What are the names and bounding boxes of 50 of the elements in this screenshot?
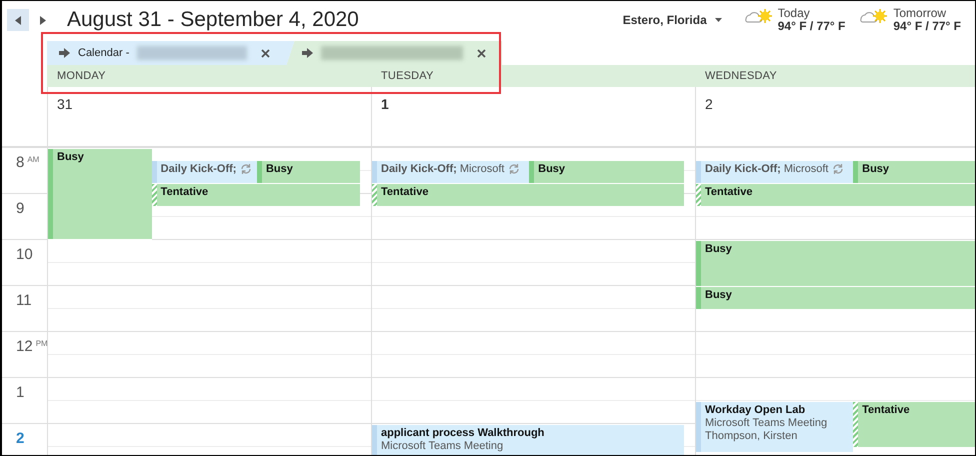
date-number: 2 [705, 96, 713, 112]
meeting-event[interactable]: Daily Kick-Off; Microsoft [696, 160, 854, 184]
tentative-event[interactable]: Tentative [696, 184, 975, 206]
close-button[interactable] [261, 48, 270, 58]
time-label: 12 [16, 338, 33, 355]
calendar-tab[interactable] [286, 41, 502, 65]
day-header: MONDAY [47, 65, 371, 87]
busy-event[interactable]: Busy [256, 160, 360, 184]
day-header: TUESDAY [371, 65, 695, 87]
busy-event[interactable]: Busy [853, 160, 975, 184]
caret-icon [714, 18, 722, 22]
meeting-event[interactable]: applicant process Walkthrough Microsoft Teams Meeting [372, 425, 684, 455]
meridiem-label: AM [27, 155, 40, 164]
forecast-temperature: 94° F / 77° F [893, 20, 961, 33]
time-label: 9 [16, 200, 24, 217]
date-number: 31 [57, 96, 73, 112]
forecast-day: Tomorrow [893, 7, 961, 20]
day-header: WEDNESDAY [695, 65, 975, 87]
close-icon [477, 48, 486, 58]
time-label: 10 [16, 246, 33, 263]
calendar-tab[interactable]: Calendar - [47, 41, 294, 65]
cloud-and-sun-icon [744, 7, 774, 25]
close-button[interactable] [477, 48, 486, 58]
tentative-event[interactable]: Tentative [853, 402, 975, 448]
forecast-temperature: 94° F / 77° F [778, 20, 846, 33]
meeting-event[interactable]: Workday Open Lab Microsoft Teams Meeting Thompson, Kirsten [696, 402, 854, 453]
previous-button[interactable] [7, 9, 29, 31]
left-arrow-icon [15, 16, 21, 24]
busy-event[interactable]: Busy [696, 287, 975, 310]
meridiem-label: PM [36, 339, 48, 348]
busy-event[interactable]: Busy [696, 241, 975, 287]
meeting-event[interactable]: Daily Kick-Off; [152, 160, 257, 184]
date-range-title: August 31 - September 4, 2020 [67, 8, 359, 32]
tentative-event[interactable]: Tentative [152, 184, 360, 206]
busy-event[interactable]: Busy [48, 149, 152, 240]
time-label: 11 [16, 292, 32, 309]
time-label: 1 [16, 384, 24, 401]
busy-event[interactable]: Busy [529, 160, 684, 184]
location-dropdown[interactable]: Estero, Florida [622, 13, 722, 27]
cloud-and-sun-icon [859, 7, 890, 25]
arrow-icon [59, 48, 70, 58]
right-arrow-icon [40, 16, 46, 24]
arrow-icon [302, 48, 314, 58]
close-icon [261, 48, 270, 58]
forecast-day: Today [778, 7, 846, 20]
time-label: 8 [16, 154, 24, 171]
time-label: 2 [16, 430, 24, 447]
date-number: 1 [381, 96, 389, 112]
meeting-event[interactable]: Daily Kick-Off; Microsoft [372, 160, 530, 184]
tentative-event[interactable]: Tentative [372, 184, 684, 206]
